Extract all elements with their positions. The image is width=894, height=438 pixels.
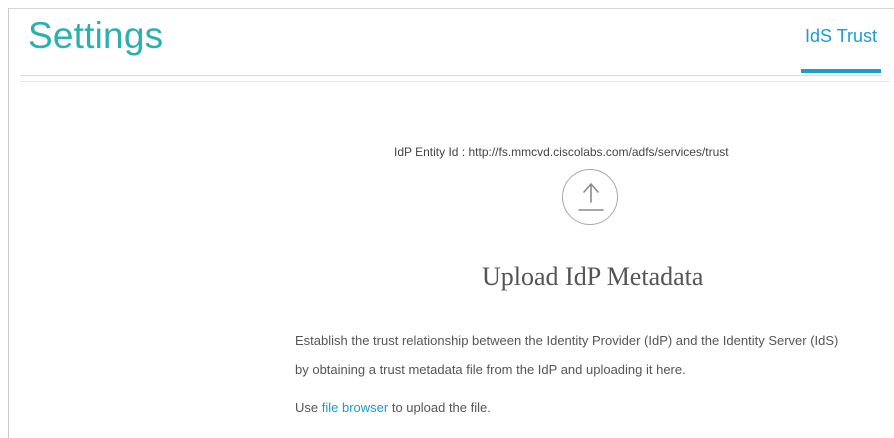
- idp-entity-id-value: http://fs.mmcvd.ciscolabs.com/adfs/servi…: [468, 145, 729, 159]
- description-line-2: by obtaining a trust metadata file from …: [295, 362, 686, 377]
- file-browser-link[interactable]: file browser: [322, 400, 388, 415]
- use-suffix: to upload the file.: [391, 400, 491, 415]
- upload-heading: Upload IdP Metadata: [482, 262, 704, 291]
- upload-arrow-icon-glyph: [578, 183, 604, 211]
- upload-arrow-icon[interactable]: [562, 169, 618, 225]
- header-divider: [20, 75, 882, 76]
- description-line-1: Establish the trust relationship between…: [295, 333, 839, 348]
- idp-entity-id: IdP Entity Id : http://fs.mmcvd.ciscolab…: [394, 145, 729, 159]
- header-divider-secondary: [20, 81, 890, 82]
- idp-entity-id-label: IdP Entity Id :: [394, 145, 466, 159]
- tab-ids-trust-label: IdS Trust: [804, 26, 878, 46]
- tab-ids-trust[interactable]: IdS Trust: [801, 24, 881, 73]
- active-tab-indicator: [801, 69, 881, 73]
- file-browser-instruction: Use file browser to upload the file.: [295, 400, 491, 415]
- use-prefix: Use: [295, 400, 319, 415]
- page-title: Settings: [28, 15, 164, 56]
